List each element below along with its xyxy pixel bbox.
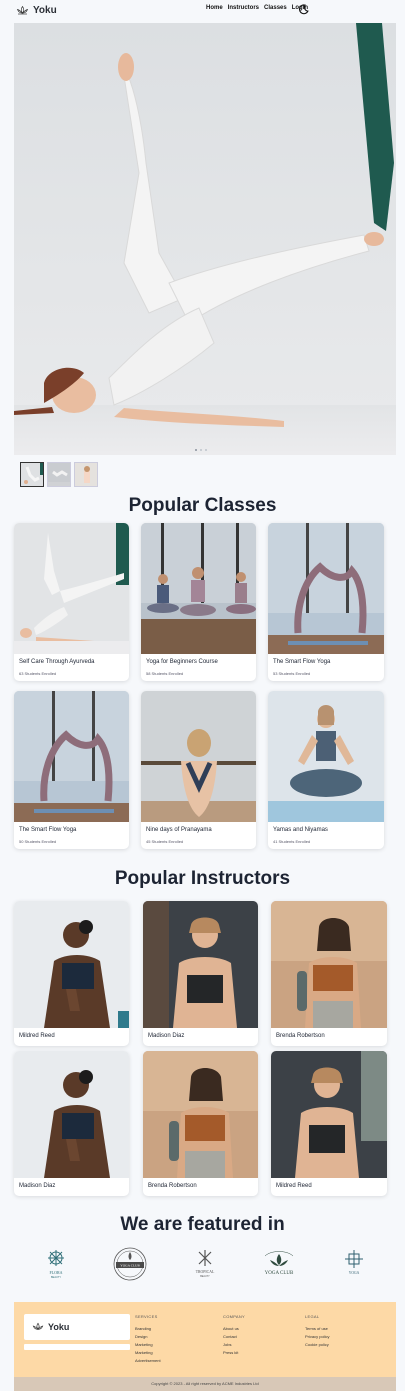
class-photo (14, 523, 129, 654)
class-title: The Smart Flow Yoga (19, 827, 77, 833)
class-card[interactable]: The Smart Flow Yoga 50 Students Enrolled (14, 691, 129, 849)
class-card[interactable]: Self Care Through Ayurveda 63 Students E… (14, 523, 129, 681)
yoga-club-logo: YOGA CLUB (110, 1246, 150, 1282)
footer-link[interactable]: Privacy policy (305, 1334, 329, 1339)
class-students: 45 Students Enrolled (146, 839, 184, 844)
moon-icon[interactable] (298, 4, 309, 15)
instructor-name: Madison Diaz (19, 1183, 56, 1189)
tropical-logo-sub: BEAUTY (200, 1275, 210, 1278)
carousel-dot[interactable] (205, 449, 207, 451)
class-card[interactable]: The Smart Flow Yoga 53 Students Enrolled (268, 523, 384, 681)
nav-instructors[interactable]: Instructors (228, 5, 259, 11)
top-nav: Yoku Home Instructors Classes Login (0, 0, 405, 22)
yoga-club-lotus-logo-text: YOGA CLUB (265, 1271, 294, 1276)
footer-link[interactable]: Jobs (223, 1342, 245, 1347)
classes-heading: Popular Classes (128, 495, 277, 516)
yoga-logo-text: YOGA (349, 1271, 360, 1275)
thumbnail-1[interactable] (20, 462, 44, 487)
footer-legal: LEGAL Terms of use Privacy policy Cookie… (305, 1314, 329, 1350)
hero-carousel[interactable] (14, 23, 396, 455)
class-students: 50 Students Enrolled (19, 839, 57, 844)
instructor-photo (143, 1051, 258, 1178)
class-card[interactable]: Nine days of Pranayama 45 Students Enrol… (141, 691, 256, 849)
yoga-club-logo-text: YOGA CLUB (120, 1264, 140, 1268)
footer-link[interactable]: Terms of use (305, 1326, 329, 1331)
footer-link[interactable]: Advertisement (135, 1358, 161, 1363)
footer-services: SERVICES Branding Design Marketing Marke… (135, 1314, 161, 1366)
class-photo (268, 691, 384, 822)
footer-company: COMPANY About us Contact Jobs Press kit (223, 1314, 245, 1358)
footer-link[interactable]: Marketing (135, 1350, 161, 1355)
instructor-card[interactable]: Madison Diaz (14, 1051, 129, 1196)
carousel-dot[interactable] (195, 449, 197, 451)
footer-link[interactable]: Branding (135, 1326, 161, 1331)
class-students: 58 Students Enrolled (146, 671, 184, 676)
nav-classes[interactable]: Classes (264, 5, 287, 11)
footer-legal-heading: LEGAL (305, 1314, 320, 1319)
lotus-icon (16, 5, 29, 15)
instructor-name: Madison Diaz (148, 1033, 185, 1039)
class-students: 53 Students Enrolled (273, 671, 311, 676)
flora-logo-sub: BEAUTY (51, 1276, 61, 1279)
brand-name: Yoku (33, 5, 57, 16)
footer-link[interactable]: Design (135, 1334, 161, 1339)
class-card[interactable]: Yoga for Beginners Course 58 Students En… (141, 523, 256, 681)
instructors-heading: Popular Instructors (114, 868, 291, 889)
class-photo (14, 691, 129, 822)
class-title: Yamas and Niyamas (273, 827, 328, 833)
instructor-name: Brenda Robertson (276, 1033, 325, 1039)
instructor-card[interactable]: Mildred Reed (14, 901, 129, 1046)
yoga-logo: YOGA (334, 1248, 374, 1280)
instructor-name: Brenda Robertson (148, 1183, 197, 1189)
instructor-card[interactable]: Brenda Robertson (143, 1051, 258, 1196)
instructor-card[interactable]: Brenda Robertson (271, 901, 387, 1046)
instructor-photo (143, 901, 258, 1028)
footer-link[interactable]: Marketing (135, 1342, 161, 1347)
thumbnail-3[interactable] (74, 462, 98, 487)
instructor-name: Mildred Reed (276, 1183, 312, 1189)
brand[interactable]: Yoku (16, 5, 57, 16)
lotus-icon (32, 1322, 44, 1330)
instructor-photo (271, 901, 387, 1028)
tropical-logo-text: TROPICAL (196, 1270, 215, 1274)
class-title: The Smart Flow Yoga (273, 659, 331, 665)
tropical-logo: TROPICAL BEAUTY (185, 1248, 225, 1280)
flora-logo-text: FLORA (49, 1270, 62, 1275)
carousel-thumbnails (20, 462, 98, 487)
instructor-photo (14, 1051, 129, 1178)
class-students: 63 Students Enrolled (19, 671, 57, 676)
class-card[interactable]: Yamas and Niyamas 41 Students Enrolled (268, 691, 384, 849)
footer-link[interactable]: Cookie policy (305, 1342, 329, 1347)
footer-company-heading: COMPANY (223, 1314, 246, 1319)
class-title: Yoga for Beginners Course (146, 659, 218, 665)
footer-brand-name: Yoku (48, 1322, 70, 1332)
class-photo (268, 523, 384, 654)
nav-home[interactable]: Home (206, 5, 223, 11)
footer-services-heading: SERVICES (135, 1314, 158, 1319)
footer-link[interactable]: Contact (223, 1334, 245, 1339)
class-title: Self Care Through Ayurveda (19, 659, 95, 665)
footer-link[interactable]: Press kit (223, 1350, 245, 1355)
instructor-card[interactable]: Madison Diaz (143, 901, 258, 1046)
class-photo (141, 523, 256, 654)
instructor-photo (14, 901, 129, 1028)
instructor-card[interactable]: Mildred Reed (271, 1051, 387, 1196)
instructor-name: Mildred Reed (19, 1033, 55, 1039)
footer-bar (24, 1344, 130, 1350)
flora-logo: FLORA BEAUTY (36, 1248, 76, 1280)
carousel-dots (195, 449, 207, 451)
yoga-club-lotus-logo: YOGA CLUB (259, 1248, 299, 1280)
class-title: Nine days of Pranayama (146, 827, 212, 833)
hero-image (14, 23, 394, 427)
instructor-photo (271, 1051, 387, 1178)
thumbnail-2[interactable] (47, 462, 71, 487)
class-photo (141, 691, 256, 822)
footer-brand[interactable]: Yoku (24, 1314, 130, 1340)
copyright: Copyright © 2023 - All right reserved by… (14, 1377, 396, 1391)
carousel-dot[interactable] (200, 449, 202, 451)
featured-heading: We are featured in (120, 1214, 285, 1235)
class-students: 41 Students Enrolled (273, 839, 311, 844)
footer-link[interactable]: About us (223, 1326, 245, 1331)
